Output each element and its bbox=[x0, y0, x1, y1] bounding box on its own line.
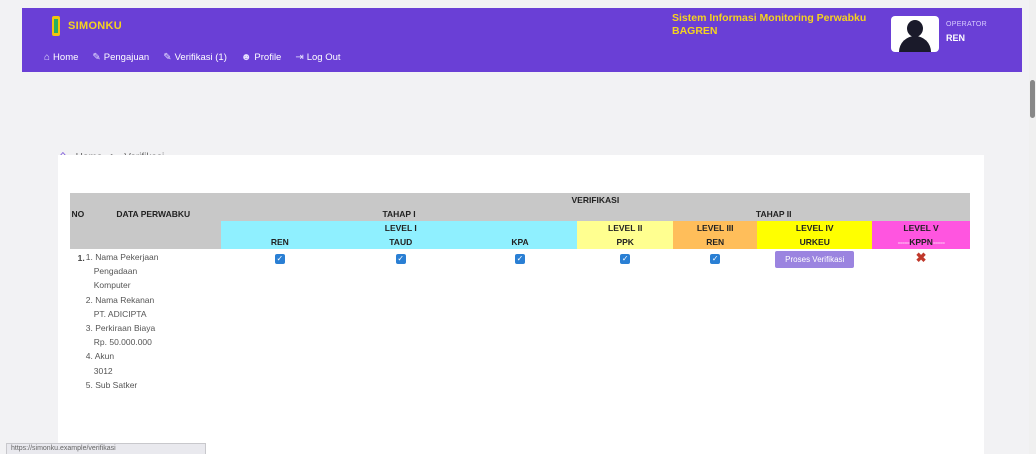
level-1-spacer bbox=[220, 221, 339, 235]
scrollbar-thumb[interactable] bbox=[1030, 80, 1035, 118]
user-name: REN bbox=[946, 33, 966, 43]
app-header: SIMONKU Sistem Informasi Monitoring Perw… bbox=[22, 8, 1022, 72]
verifikasi-header: VERIFIKASI bbox=[220, 193, 970, 207]
profile-icon: ☻ bbox=[240, 52, 252, 63]
logout-icon: ⇥ bbox=[295, 52, 304, 63]
content-panel: NO DATA PERWABKU VERIFIKASI TAHAP I TAHA… bbox=[58, 155, 984, 454]
level-1-header: LEVEL I bbox=[338, 221, 463, 235]
cross-icon: ✖ bbox=[915, 250, 927, 265]
tahap-1-header: TAHAP I bbox=[220, 207, 578, 221]
col-urkeu: URKEU bbox=[757, 235, 873, 249]
scrollbar[interactable] bbox=[1029, 0, 1036, 454]
status-bar-url: https://simonku.example/verifikasi bbox=[6, 443, 206, 454]
col-kppn: -----KPPN----- bbox=[872, 235, 970, 249]
col-no: NO bbox=[70, 193, 86, 235]
checkbox-checked-icon[interactable]: ✓ bbox=[274, 254, 285, 264]
brand[interactable]: SIMONKU bbox=[52, 16, 122, 36]
col-ren: REN bbox=[220, 235, 339, 249]
checkbox-checked-icon[interactable]: ✓ bbox=[710, 254, 721, 264]
pengajuan-icon: ✎ bbox=[92, 52, 101, 63]
main-nav: ⌂ Home ✎ Pengajuan ✎ Verifikasi (1) ☻ Pr… bbox=[44, 52, 341, 63]
level-4-header: LEVEL IV bbox=[757, 221, 873, 235]
table-row: 1. 1. Nama Pekerjaan Pengadaan Komputer … bbox=[70, 249, 970, 392]
system-title: Sistem Informasi Monitoring Perwabku BAG… bbox=[672, 12, 867, 37]
kppn-cell: ✖ bbox=[872, 249, 970, 392]
verifikasi-icon: ✎ bbox=[163, 52, 172, 63]
level-1-spacer-2 bbox=[462, 221, 578, 235]
urkeu-cell: Proses Verifikasi bbox=[757, 249, 872, 392]
ppk-cell: ✓ bbox=[577, 249, 673, 392]
proses-verifikasi-button[interactable]: Proses Verifikasi bbox=[775, 251, 855, 268]
checkbox-checked-icon[interactable]: ✓ bbox=[620, 254, 631, 264]
col-ppk: PPK bbox=[577, 235, 673, 249]
user-role: OPERATOR bbox=[946, 21, 988, 28]
verifikasi-table: NO DATA PERWABKU VERIFIKASI TAHAP I TAHA… bbox=[70, 193, 970, 392]
level-5-header: LEVEL V bbox=[872, 221, 970, 235]
ren-cell: ✓ bbox=[221, 249, 339, 392]
nav-logout[interactable]: ⇥ Log Out bbox=[295, 52, 340, 63]
kpa-cell: ✓ bbox=[463, 249, 578, 392]
nav-verifikasi[interactable]: ✎ Verifikasi (1) bbox=[163, 52, 227, 63]
data-sub-spacer bbox=[85, 235, 221, 249]
taud-cell: ✓ bbox=[339, 249, 463, 392]
torch-logo-icon bbox=[52, 16, 60, 36]
no-sub-spacer bbox=[70, 235, 86, 249]
brand-title: SIMONKU bbox=[68, 20, 123, 32]
checkbox-checked-icon[interactable]: ✓ bbox=[515, 254, 525, 264]
home-icon: ⌂ bbox=[44, 52, 51, 63]
row-data-perwabku: 1. Nama Pekerjaan Pengadaan Komputer 2. … bbox=[85, 252, 159, 390]
nav-profile[interactable]: ☻ Profile bbox=[241, 52, 281, 63]
level-3-header: LEVEL III bbox=[673, 221, 758, 235]
nav-home[interactable]: ⌂ Home bbox=[44, 52, 78, 63]
nav-pengajuan[interactable]: ✎ Pengajuan bbox=[92, 52, 149, 63]
tahap-2-header: TAHAP II bbox=[577, 207, 970, 221]
col-ren-2: REN bbox=[673, 235, 758, 249]
col-kpa: KPA bbox=[462, 235, 578, 249]
level-2-header: LEVEL II bbox=[577, 221, 673, 235]
col-taud: TAUD bbox=[338, 235, 463, 249]
row-number: 1. bbox=[77, 253, 85, 263]
checkbox-checked-icon[interactable]: ✓ bbox=[395, 254, 406, 264]
ren-2-cell: ✓ bbox=[673, 249, 757, 392]
avatar[interactable] bbox=[891, 16, 939, 52]
col-data-perwabku: DATA PERWABKU bbox=[85, 193, 221, 235]
